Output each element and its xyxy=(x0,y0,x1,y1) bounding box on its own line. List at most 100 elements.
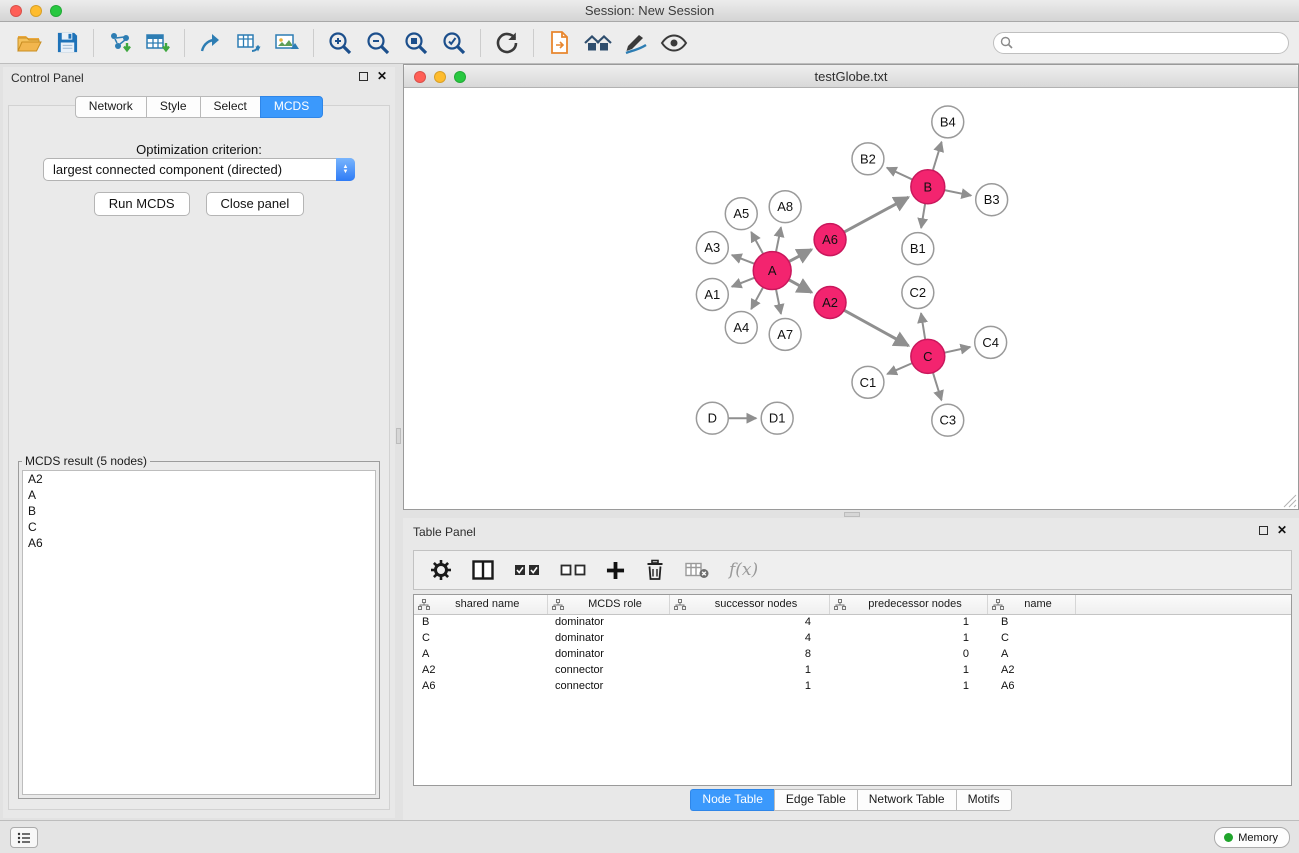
network-table-icon[interactable] xyxy=(230,27,268,59)
mcds-result-list[interactable]: A2ABCA6 xyxy=(22,470,376,795)
zoom-in-icon[interactable] xyxy=(321,27,359,59)
edge-A2-C[interactable] xyxy=(844,310,909,346)
tab-motifs[interactable]: Motifs xyxy=(956,789,1012,811)
node-B2[interactable]: B2 xyxy=(852,143,884,175)
search-input[interactable] xyxy=(993,32,1289,54)
deselect-all-icon[interactable] xyxy=(560,562,586,578)
node-A3[interactable]: A3 xyxy=(696,232,728,264)
refresh-icon[interactable] xyxy=(488,27,526,59)
column-header-shared-name[interactable]: shared name xyxy=(414,595,547,614)
table-row[interactable]: Bdominator41B xyxy=(414,614,1291,630)
trash-icon[interactable] xyxy=(645,559,665,581)
zoom-window-button[interactable] xyxy=(50,5,62,17)
node-B4[interactable]: B4 xyxy=(932,106,964,138)
vertical-splitter-handle[interactable] xyxy=(396,428,401,444)
zoom-network-window-button[interactable] xyxy=(454,71,466,83)
node-C[interactable]: C xyxy=(911,339,945,373)
export-image-icon[interactable] xyxy=(268,27,306,59)
edge-A-A5[interactable] xyxy=(751,232,763,254)
edge-C-C4[interactable] xyxy=(944,347,970,353)
open-icon[interactable] xyxy=(10,27,48,59)
node-A7[interactable]: A7 xyxy=(769,318,801,350)
run-mcds-button[interactable]: Run MCDS xyxy=(94,192,190,216)
zoom-selected-icon[interactable] xyxy=(435,27,473,59)
filter-icon[interactable] xyxy=(617,27,655,59)
node-A1[interactable]: A1 xyxy=(696,279,728,311)
select-all-icon[interactable] xyxy=(514,562,540,578)
edge-A-A2[interactable] xyxy=(789,280,812,293)
table-row[interactable]: Adominator80A xyxy=(414,646,1291,662)
add-icon[interactable] xyxy=(606,561,625,580)
close-panel-icon[interactable]: ✕ xyxy=(1277,525,1287,535)
float-panel-icon[interactable] xyxy=(1259,526,1268,535)
network-canvas[interactable]: B4B2BB3A5A8A6A3B1AC2A1A2A4A7C4CC1DD1C3 xyxy=(404,89,1298,509)
tab-mcds[interactable]: MCDS xyxy=(260,96,323,118)
float-panel-icon[interactable] xyxy=(359,72,368,81)
tab-select[interactable]: Select xyxy=(200,96,260,118)
zoom-out-icon[interactable] xyxy=(359,27,397,59)
node-C1[interactable]: C1 xyxy=(852,366,884,398)
delete-table-icon[interactable] xyxy=(685,561,709,579)
node-table[interactable]: shared nameMCDS rolesuccessor nodesprede… xyxy=(413,594,1292,786)
import-network-icon[interactable] xyxy=(101,27,139,59)
mcds-result-item[interactable]: A xyxy=(23,487,375,503)
edge-A-A7[interactable] xyxy=(776,289,781,314)
node-B1[interactable]: B1 xyxy=(902,233,934,265)
optimization-criterion-dropdown[interactable]: largest connected component (directed) ▲… xyxy=(43,158,355,181)
edge-A-A6[interactable] xyxy=(789,250,812,262)
node-A8[interactable]: A8 xyxy=(769,191,801,223)
save-icon[interactable] xyxy=(48,27,86,59)
node-B3[interactable]: B3 xyxy=(976,184,1008,216)
table-row[interactable]: A2connector11A2 xyxy=(414,662,1291,678)
tab-style[interactable]: Style xyxy=(146,96,200,118)
column-header-successor-nodes[interactable]: successor nodes xyxy=(669,595,829,614)
close-panel-button[interactable]: Close panel xyxy=(206,192,305,216)
node-A4[interactable]: A4 xyxy=(725,311,757,343)
task-history-button[interactable] xyxy=(10,827,38,848)
horizontal-splitter-handle[interactable] xyxy=(844,512,860,517)
edge-C-C2[interactable] xyxy=(921,313,925,339)
close-network-window-button[interactable] xyxy=(414,71,426,83)
edge-B-B4[interactable] xyxy=(933,142,942,171)
edge-B-B1[interactable] xyxy=(921,204,925,228)
node-A[interactable]: A xyxy=(753,252,791,290)
mcds-result-item[interactable]: C xyxy=(23,519,375,535)
tab-network-table[interactable]: Network Table xyxy=(857,789,956,811)
node-D1[interactable]: D1 xyxy=(761,402,793,434)
tab-node-table[interactable]: Node Table xyxy=(690,789,774,811)
table-row[interactable]: A6connector11A6 xyxy=(414,678,1291,694)
minimize-window-button[interactable] xyxy=(30,5,42,17)
new-network-icon[interactable] xyxy=(192,27,230,59)
tab-network[interactable]: Network xyxy=(75,96,146,118)
edge-A-A1[interactable] xyxy=(732,278,755,287)
mcds-result-item[interactable]: A6 xyxy=(23,535,375,551)
tab-edge-table[interactable]: Edge Table xyxy=(774,789,857,811)
edge-A-A8[interactable] xyxy=(776,227,781,252)
node-C3[interactable]: C3 xyxy=(932,404,964,436)
node-D[interactable]: D xyxy=(696,402,728,434)
edge-A-A3[interactable] xyxy=(732,255,755,264)
document-icon[interactable] xyxy=(541,27,579,59)
table-row[interactable]: Cdominator41C xyxy=(414,630,1291,646)
edge-B-B2[interactable] xyxy=(887,168,913,180)
node-A6[interactable]: A6 xyxy=(814,224,846,256)
node-A5[interactable]: A5 xyxy=(725,198,757,230)
home-icon[interactable] xyxy=(579,27,617,59)
close-panel-icon[interactable]: ✕ xyxy=(377,71,387,81)
settings-gear-icon[interactable] xyxy=(430,559,452,581)
edge-A6-B[interactable] xyxy=(844,197,908,232)
node-C4[interactable]: C4 xyxy=(975,326,1007,358)
resize-grip-icon[interactable] xyxy=(1283,494,1297,508)
memory-button[interactable]: Memory xyxy=(1214,827,1290,848)
function-icon[interactable]: f(x) xyxy=(729,560,758,580)
column-header-name[interactable]: name xyxy=(987,595,1075,614)
edge-A-A4[interactable] xyxy=(751,287,763,309)
column-selector-icon[interactable] xyxy=(472,560,494,580)
network-window-titlebar[interactable]: testGlobe.txt xyxy=(404,65,1298,88)
eye-icon[interactable] xyxy=(655,27,693,59)
node-C2[interactable]: C2 xyxy=(902,277,934,309)
mcds-result-item[interactable]: A2 xyxy=(23,471,375,487)
close-window-button[interactable] xyxy=(10,5,22,17)
edge-B-B3[interactable] xyxy=(944,190,971,195)
edge-C-C1[interactable] xyxy=(887,363,912,374)
